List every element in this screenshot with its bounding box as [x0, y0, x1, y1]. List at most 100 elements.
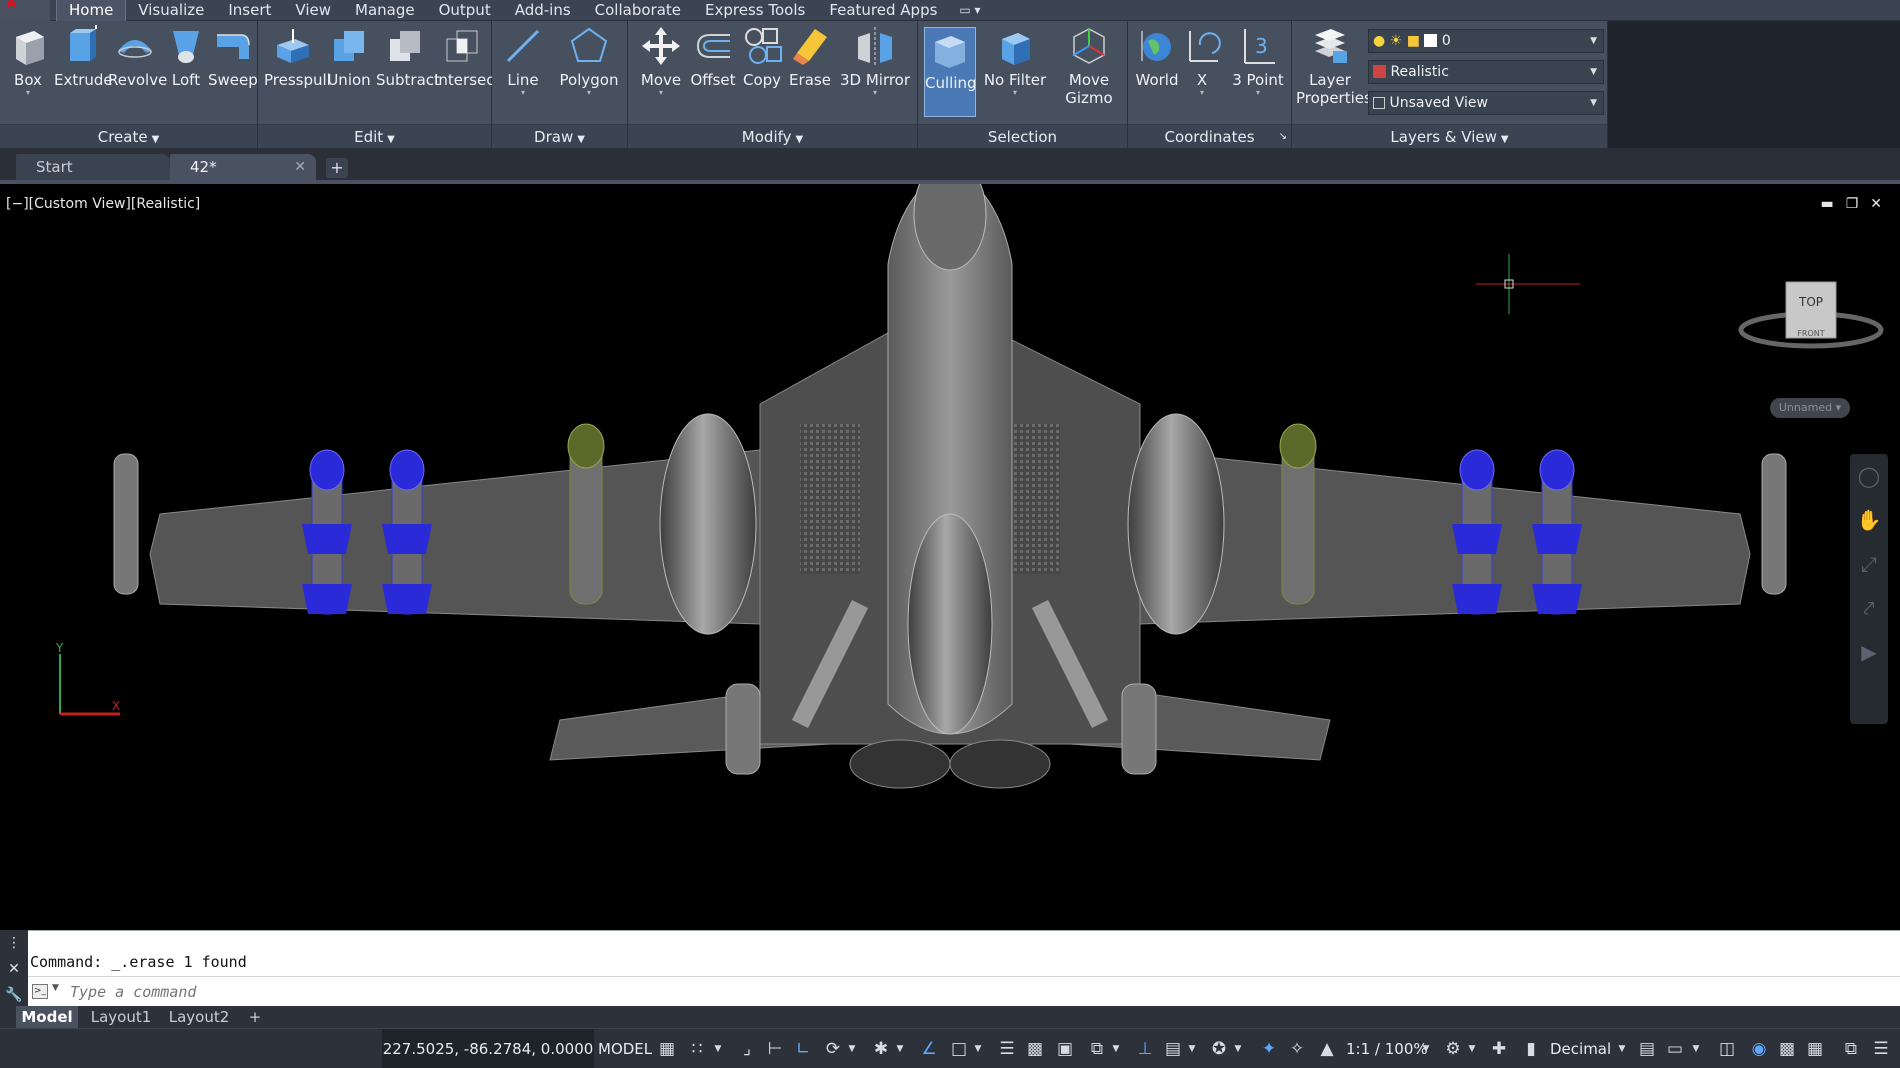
viewcube[interactable]: TOP FRONT [1736, 270, 1886, 370]
layer-dropdown[interactable]: ● ☀ ■ 0 ▼ [1368, 29, 1604, 53]
subtract-button[interactable]: Subtract [376, 25, 440, 89]
visual-style-dropdown[interactable]: Realistic ▼ [1368, 60, 1604, 84]
tab-layout1[interactable]: Layout1 [86, 1006, 156, 1028]
chevron-down-icon[interactable]: ▼ [1690, 1038, 1702, 1060]
infer-constraints-icon[interactable]: ⌟ [736, 1038, 758, 1060]
units-value[interactable]: Decimal [1550, 1029, 1611, 1068]
selection-cycling-icon[interactable]: ▣ [1054, 1038, 1076, 1060]
add-layout-button[interactable]: + [244, 1006, 266, 1028]
line-button[interactable]: Line ▾ [500, 25, 546, 97]
hardware-acceleration-icon[interactable]: ◉ [1748, 1038, 1770, 1060]
chevron-down-icon[interactable]: ▼ [712, 1038, 724, 1060]
chevron-down-icon[interactable]: ▼ [894, 1038, 906, 1060]
revolve-button[interactable]: Revolve [108, 25, 167, 89]
presspull-button[interactable]: Presspull [264, 25, 331, 89]
loft-button[interactable]: Loft [164, 25, 208, 89]
panel-title-draw[interactable]: Draw ▼ [492, 124, 627, 148]
steering-wheel-icon[interactable]: ◯ [1850, 454, 1888, 498]
named-view-dropdown[interactable]: Unsaved View ▼ [1368, 91, 1604, 115]
file-tab-document[interactable]: 42* ✕ [170, 154, 316, 180]
chevron-down-icon[interactable]: ▼ [52, 983, 59, 993]
tab-view[interactable]: View [283, 0, 343, 21]
graphics-performance-icon[interactable]: ▩ [1776, 1038, 1798, 1060]
chevron-down-icon[interactable]: ▼ [1616, 1038, 1628, 1060]
layer-properties-button[interactable]: Layer Properties [1296, 25, 1372, 107]
selection-filter-icon[interactable]: ▤ [1162, 1038, 1184, 1060]
dynamic-input-icon[interactable]: ⊢ [764, 1038, 786, 1060]
showmotion-icon[interactable]: ▶ [1850, 630, 1888, 674]
polygon-button[interactable]: Polygon ▾ [556, 25, 622, 97]
annotation-scale-value[interactable]: 1:1 / 100% [1346, 1029, 1428, 1068]
zoom-icon[interactable]: ⤢ [1850, 542, 1888, 586]
tab-collaborate[interactable]: Collaborate [583, 0, 693, 21]
orbit-icon[interactable]: ⤤ [1850, 586, 1888, 630]
close-icon[interactable]: ✕ [294, 154, 306, 180]
panel-title-layers-view[interactable]: Layers & View ▼ [1292, 124, 1607, 148]
tab-manage[interactable]: Manage [343, 0, 427, 21]
model-space-button[interactable]: MODEL [598, 1029, 652, 1068]
grip-icon[interactable]: ⋮ [0, 930, 28, 956]
tab-model[interactable]: Model [16, 1006, 78, 1028]
move-gizmo-button[interactable]: Move Gizmo [1056, 25, 1122, 107]
tab-visualize[interactable]: Visualize [126, 0, 216, 21]
box-button[interactable]: Box ▾ [8, 25, 48, 97]
pan-hand-icon[interactable]: ✋ [1850, 498, 1888, 542]
units-icon[interactable]: ▮ [1520, 1038, 1542, 1060]
tab-layout2[interactable]: Layout2 [164, 1006, 234, 1028]
panel-title-coordinates[interactable]: Coordinates ↘ [1128, 124, 1291, 148]
extrude-button[interactable]: Extrude [54, 25, 113, 89]
tab-express-tools[interactable]: Express Tools [693, 0, 817, 21]
file-tab-start[interactable]: Start [16, 154, 170, 180]
ucs-menu[interactable]: Unnamed ▾ [1770, 398, 1850, 418]
3d-object-snap-icon[interactable]: ⧉ [1086, 1038, 1108, 1060]
chevron-down-icon[interactable]: ▼ [1466, 1038, 1478, 1060]
command-prompt-icon[interactable]: >_ [32, 984, 48, 999]
isolate-objects-icon[interactable]: ◫ [1716, 1038, 1738, 1060]
close-icon[interactable]: ✕ [0, 956, 28, 982]
grid-icon[interactable]: ▦ [656, 1038, 678, 1060]
no-filter-button[interactable]: No Filter ▾ [982, 25, 1048, 97]
sweep-button[interactable]: Sweep [208, 25, 258, 89]
culling-button[interactable]: Culling [924, 27, 977, 117]
tab-add-ins[interactable]: Add-ins [503, 0, 583, 21]
offset-button[interactable]: Offset [688, 25, 738, 89]
tab-home[interactable]: Home [56, 0, 127, 21]
intersect-button[interactable]: Intersect [434, 25, 500, 89]
application-menu-button[interactable]: A [0, 0, 50, 21]
auto-scale-icon[interactable]: ✧ [1286, 1038, 1308, 1060]
annotation-visibility-icon[interactable]: ✦ [1258, 1038, 1280, 1060]
polar-tracking-icon[interactable]: ⟳ [822, 1038, 844, 1060]
ucs-x-button[interactable]: X ▾ [1182, 25, 1222, 97]
coordinate-readout[interactable]: 227.5025, -86.2784, 0.0000 [382, 1029, 594, 1068]
chevron-down-icon[interactable]: ▼ [1232, 1038, 1244, 1060]
tab-output[interactable]: Output [427, 0, 503, 21]
panel-title-modify[interactable]: Modify ▼ [628, 124, 917, 148]
object-snap-icon[interactable]: □ [948, 1038, 970, 1060]
snap-icon[interactable]: ∷ [686, 1038, 708, 1060]
fullscreen-icon[interactable]: ⧉ [1840, 1038, 1862, 1060]
viewcube-top-face[interactable]: TOP [1798, 295, 1823, 309]
copy-button[interactable]: Copy [740, 25, 784, 89]
annotation-scale-icon[interactable]: ▲ [1316, 1038, 1338, 1060]
new-tab-button[interactable]: + [326, 158, 348, 178]
union-button[interactable]: Union [324, 25, 374, 89]
dynamic-ucs-icon[interactable]: ⊥ [1134, 1038, 1156, 1060]
ortho-icon[interactable]: ∟ [792, 1038, 814, 1060]
wrench-icon[interactable]: 🔧 [0, 982, 28, 1008]
erase-button[interactable]: Erase [786, 25, 834, 89]
viewcube-front-face[interactable]: FRONT [1797, 329, 1824, 338]
panel-title-edit[interactable]: Edit ▼ [258, 124, 491, 148]
lock-ui-icon[interactable]: ▭ [1664, 1038, 1686, 1060]
plus-icon[interactable]: ✚ [1488, 1038, 1510, 1060]
chevron-down-icon[interactable]: ▼ [1110, 1038, 1122, 1060]
aircraft-model[interactable]: Y X [0, 184, 1900, 930]
3d-mirror-button[interactable]: 3D Mirror ▾ [836, 25, 914, 97]
lineweight-icon[interactable]: ☰ [996, 1038, 1018, 1060]
drawing-viewport[interactable]: [−][Custom View][Realistic] ▬ ❐ ✕ Y X TO… [0, 184, 1900, 930]
world-ucs-button[interactable]: World [1134, 25, 1180, 89]
customization-menu-icon[interactable]: ☰ [1870, 1038, 1892, 1060]
command-input[interactable] [70, 981, 1870, 1003]
isodraft-icon[interactable]: ✱ [870, 1038, 892, 1060]
quick-properties-icon[interactable]: ▤ [1636, 1038, 1658, 1060]
chevron-down-icon[interactable]: ▼ [1420, 1038, 1432, 1060]
